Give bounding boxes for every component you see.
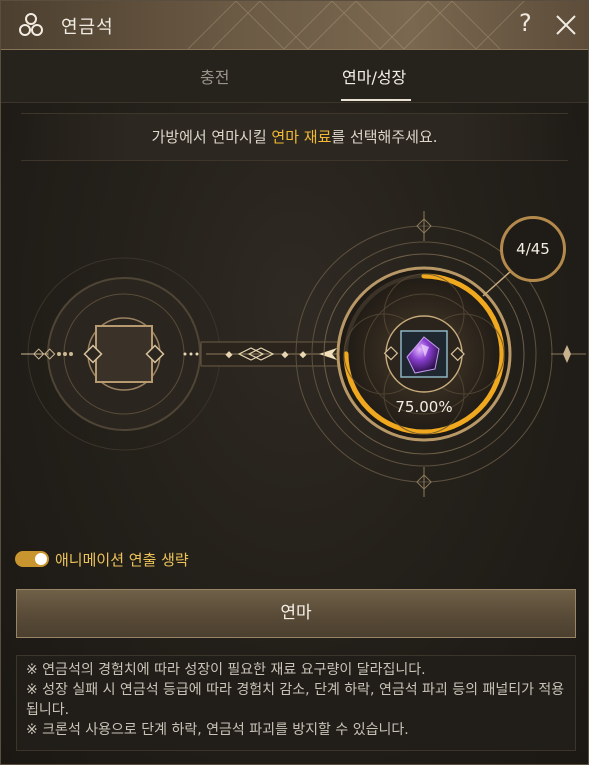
help-button[interactable]: ? <box>519 9 532 37</box>
material-count-badge: 4/45 <box>500 216 566 282</box>
note-line: ※ 연금석의 경험치에 따라 성장이 필요한 재료 요구량이 달라집니다. <box>26 662 426 678</box>
instruction-text-after: 를 선택해주세요. <box>331 128 438 146</box>
triskelion-logo-icon <box>19 13 43 36</box>
instruction-banner: 가방에서 연마시킬 연마 재료를 선택해주세요. <box>21 113 568 161</box>
skip-animation-toggle[interactable] <box>15 551 49 567</box>
tab-bar: 충전 연마/성장 <box>1 50 588 103</box>
progress-percent: 75.00% <box>395 398 453 416</box>
title-bar[interactable]: 연금석 ? <box>1 1 588 50</box>
toggle-knob <box>35 553 47 565</box>
window-title: 연금석 <box>61 17 114 38</box>
close-icon[interactable] <box>553 12 579 38</box>
polish-button[interactable]: 연마 <box>16 589 576 638</box>
tab-polish-growth[interactable]: 연마/성장 <box>342 64 406 88</box>
empty-material-slot[interactable] <box>95 325 153 383</box>
tab-charge[interactable]: 충전 <box>200 64 229 88</box>
alchemy-stone-window: 연금석 ? 충전 연마/성장 가방에서 연마시킬 연마 재료를 선택해주세요. <box>0 0 589 765</box>
instruction-highlight: 연마 재료 <box>271 128 332 146</box>
note-line: ※ 성장 실패 시 연금석 등급에 따라 경험치 감소, 단계 하락, 연금석 … <box>26 682 565 718</box>
notes-panel: ※ 연금석의 경험치에 따라 성장이 필요한 재료 요구량이 달라집니다. ※ … <box>16 655 576 751</box>
badge-leader-line <box>482 270 512 297</box>
note-line: ※ 크론석 사용으로 단계 하락, 연금석 파괴를 방지할 수 있습니다. <box>26 722 409 738</box>
skip-animation-label[interactable]: 애니메이션 연출 생략 <box>55 549 189 570</box>
active-tab-indicator <box>341 99 411 101</box>
instruction-text-before: 가방에서 연마시킬 <box>151 128 272 146</box>
title-bar-pattern <box>188 1 525 49</box>
